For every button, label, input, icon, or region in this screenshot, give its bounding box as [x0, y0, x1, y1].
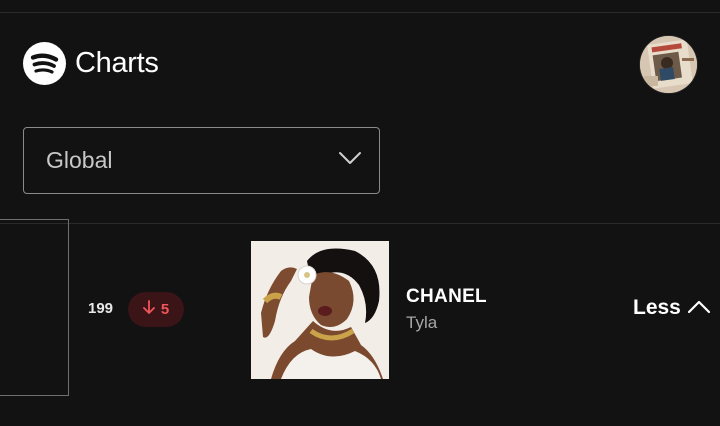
- show-less-toggle[interactable]: Less: [633, 296, 711, 320]
- rank-change-value: 5: [160, 301, 170, 318]
- album-cover[interactable]: [251, 241, 389, 379]
- region-select-value: Global: [46, 147, 113, 173]
- user-avatar-icon[interactable]: [640, 36, 697, 93]
- top-border: [0, 12, 720, 13]
- section-divider: [0, 223, 720, 224]
- chart-rank: 199: [88, 300, 114, 317]
- chevron-down-icon: [338, 151, 362, 170]
- page-title: Charts: [75, 47, 159, 79]
- charts-page: Charts Global 199 5 CHANEL Tyla Less: [0, 0, 720, 426]
- region-select[interactable]: Global: [23, 127, 380, 194]
- rank-change-badge: 5: [128, 292, 184, 327]
- charts-home-link[interactable]: Charts: [23, 42, 159, 85]
- track-title[interactable]: CHANEL: [406, 286, 487, 308]
- arrow-down-icon: [142, 300, 155, 319]
- chart-panel-edge: [0, 219, 69, 396]
- toggle-label: Less: [633, 296, 681, 319]
- track-artist[interactable]: Tyla: [406, 313, 437, 333]
- chevron-up-icon: [687, 296, 711, 320]
- spotify-logo-icon: [23, 42, 66, 85]
